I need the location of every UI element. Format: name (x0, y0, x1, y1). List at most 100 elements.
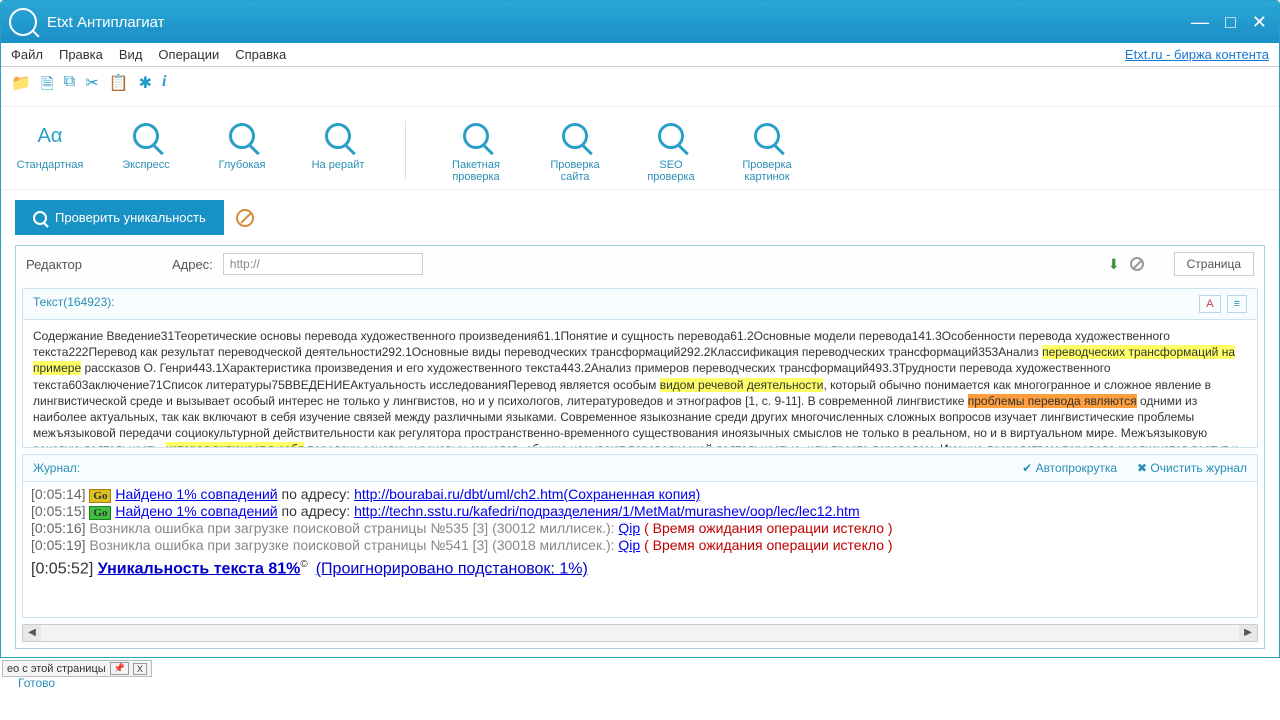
deep-check-button[interactable]: Глубокая (207, 117, 277, 183)
menu-view[interactable]: Вид (119, 47, 143, 62)
image-label: Проверка картинок (732, 159, 802, 183)
error-text: ( Время ожидания операции истекло ) (644, 537, 892, 553)
small-toolbar: 📁 🗎 ⧉ ✂ 📋 ✱ i (1, 67, 1279, 107)
highlight-yellow: которая включает в себя (166, 442, 304, 448)
log-line-error: [0:05:16] Возникла ошибка при загрузке п… (31, 520, 1249, 536)
seo-check-button[interactable]: SEO проверка (636, 117, 706, 183)
standard-label: Стандартная (17, 159, 84, 171)
match-link[interactable]: Найдено 1% совпадений (115, 503, 277, 519)
log-line: [0:05:14] Go Найдено 1% совпадений по ад… (31, 486, 1249, 502)
engine-link[interactable]: Qip (618, 520, 640, 536)
go-button[interactable]: Go (89, 506, 111, 520)
text-panel-header: Текст(164923): A ≡ (22, 288, 1258, 320)
site-icon (556, 117, 594, 155)
text-segment: Содержание Введение31Теоретические основ… (33, 329, 1170, 359)
copy-icon[interactable]: ⧉ (64, 73, 75, 100)
batch-check-button[interactable]: Пакетная проверка (438, 117, 514, 183)
status-text: Готово (18, 676, 55, 690)
stray-tab-close[interactable]: X (133, 663, 147, 675)
font-tool[interactable]: A (1199, 295, 1220, 313)
stop-icon[interactable] (1130, 257, 1144, 271)
text-counter: Текст(164923): (33, 295, 115, 313)
stray-tab[interactable]: ео с этой страницы 📌 X (2, 660, 152, 677)
open-folder-icon[interactable]: 📁 (11, 73, 31, 100)
uniqueness-result[interactable]: Уникальность текста 81% (98, 560, 301, 577)
seo-label: SEO проверка (636, 159, 706, 183)
cut-icon[interactable]: ✂ (85, 73, 98, 100)
new-file-icon[interactable]: 🗎 (41, 73, 54, 100)
rewrite-check-button[interactable]: На рерайт (303, 117, 373, 183)
close-button[interactable]: ✕ (1248, 12, 1271, 33)
status-area: ео с этой страницы 📌 X Готово (0, 658, 1280, 677)
address-label: Адрес: (172, 257, 213, 272)
menu-operations[interactable]: Операции (158, 47, 219, 62)
seo-icon (652, 117, 690, 155)
download-icon[interactable]: ⬇ (1108, 256, 1120, 273)
menu-file[interactable]: Файл (11, 47, 43, 62)
content-panel: Редактор Адрес: ⬇ Страница Текст(164923)… (15, 245, 1265, 649)
titlebar: Etxt Антиплагиат — □ ✕ (1, 1, 1279, 43)
menu-edit[interactable]: Правка (59, 47, 103, 62)
batch-icon (457, 117, 495, 155)
app-title: Etxt Антиплагиат (47, 14, 165, 31)
log-line-error: [0:05:19] Возникла ошибка при загрузке п… (31, 537, 1249, 553)
url-link[interactable]: http://bourabai.ru/dbt/uml/ch2.htm (354, 486, 563, 502)
deep-icon (223, 117, 261, 155)
settings-icon[interactable]: ✱ (139, 73, 152, 100)
batch-label: Пакетная проверка (438, 159, 514, 183)
deep-label: Глубокая (219, 159, 266, 171)
check-uniqueness-label: Проверить уникальность (55, 210, 206, 225)
site-check-button[interactable]: Проверка сайта (540, 117, 610, 183)
big-toolbar: Aα Стандартная Экспресс Глубокая На рера… (1, 107, 1279, 190)
menu-help[interactable]: Справка (235, 47, 286, 62)
error-text: ( Время ожидания операции истекло ) (644, 520, 892, 536)
autoscroll-toggle[interactable]: ✔ Автопрокрутка (1022, 461, 1117, 475)
express-check-button[interactable]: Экспресс (111, 117, 181, 183)
search-icon (33, 211, 47, 225)
url-link[interactable]: http://techn.sstu.ru/kafedri/подразделен… (354, 503, 860, 519)
ignored-link[interactable]: (Проигнорировано подстановок: 1%) (316, 560, 588, 577)
rewrite-icon (319, 117, 357, 155)
info-icon[interactable]: i (162, 73, 166, 100)
menubar: Файл Правка Вид Операции Справка Etxt.ru… (1, 43, 1279, 67)
express-icon (127, 117, 165, 155)
address-input[interactable] (223, 253, 423, 275)
text-body[interactable]: Содержание Введение31Теоретические основ… (22, 320, 1258, 448)
action-bar: Проверить уникальность (1, 190, 1279, 245)
maximize-button[interactable]: □ (1221, 12, 1240, 33)
check-uniqueness-button[interactable]: Проверить уникальность (15, 200, 224, 235)
log-line: [0:05:15] Go Найдено 1% совпадений по ад… (31, 503, 1249, 519)
image-check-button[interactable]: Проверка картинок (732, 117, 802, 183)
highlight-orange: проблемы перевода являются (968, 394, 1137, 408)
etxt-link[interactable]: Etxt.ru - биржа контента (1125, 47, 1269, 62)
cancel-button[interactable] (236, 209, 254, 227)
express-label: Экспресс (122, 159, 170, 171)
image-icon (748, 117, 786, 155)
paste-icon[interactable]: 📋 (109, 73, 129, 100)
standard-icon: Aα (31, 117, 69, 155)
clear-journal-button[interactable]: ✖ Очистить журнал (1137, 461, 1247, 475)
scroll-right-arrow[interactable]: ▶ (1239, 625, 1257, 641)
editor-label: Редактор (26, 257, 82, 272)
site-label: Проверка сайта (540, 159, 610, 183)
toolbar-separator (405, 121, 406, 179)
app-logo-icon (9, 8, 37, 36)
journal-label: Журнал: (33, 461, 80, 475)
standard-check-button[interactable]: Aα Стандартная (15, 117, 85, 183)
go-button[interactable]: Go (89, 489, 111, 503)
match-link[interactable]: Найдено 1% совпадений (115, 486, 277, 502)
result-line: [0:05:52] Уникальность текста 81%© (Прои… (31, 559, 1249, 578)
editor-header: Редактор Адрес: ⬇ Страница (16, 246, 1264, 282)
page-tab[interactable]: Страница (1174, 252, 1254, 276)
horizontal-scrollbar[interactable]: ◀ ▶ (22, 624, 1258, 642)
rewrite-label: На рерайт (312, 159, 365, 171)
stray-tab-pin[interactable]: 📌 (110, 662, 129, 675)
align-tool[interactable]: ≡ (1227, 295, 1247, 313)
scroll-left-arrow[interactable]: ◀ (23, 625, 41, 641)
engine-link[interactable]: Qip (618, 537, 640, 553)
minimize-button[interactable]: — (1187, 12, 1213, 33)
journal-header: Журнал: ✔ Автопрокрутка ✖ Очистить журна… (22, 454, 1258, 482)
journal-body[interactable]: [0:05:14] Go Найдено 1% совпадений по ад… (22, 482, 1258, 618)
cached-link[interactable]: (Сохраненная копия) (563, 486, 700, 502)
highlight-yellow: видом речевой деятельности (660, 378, 824, 392)
